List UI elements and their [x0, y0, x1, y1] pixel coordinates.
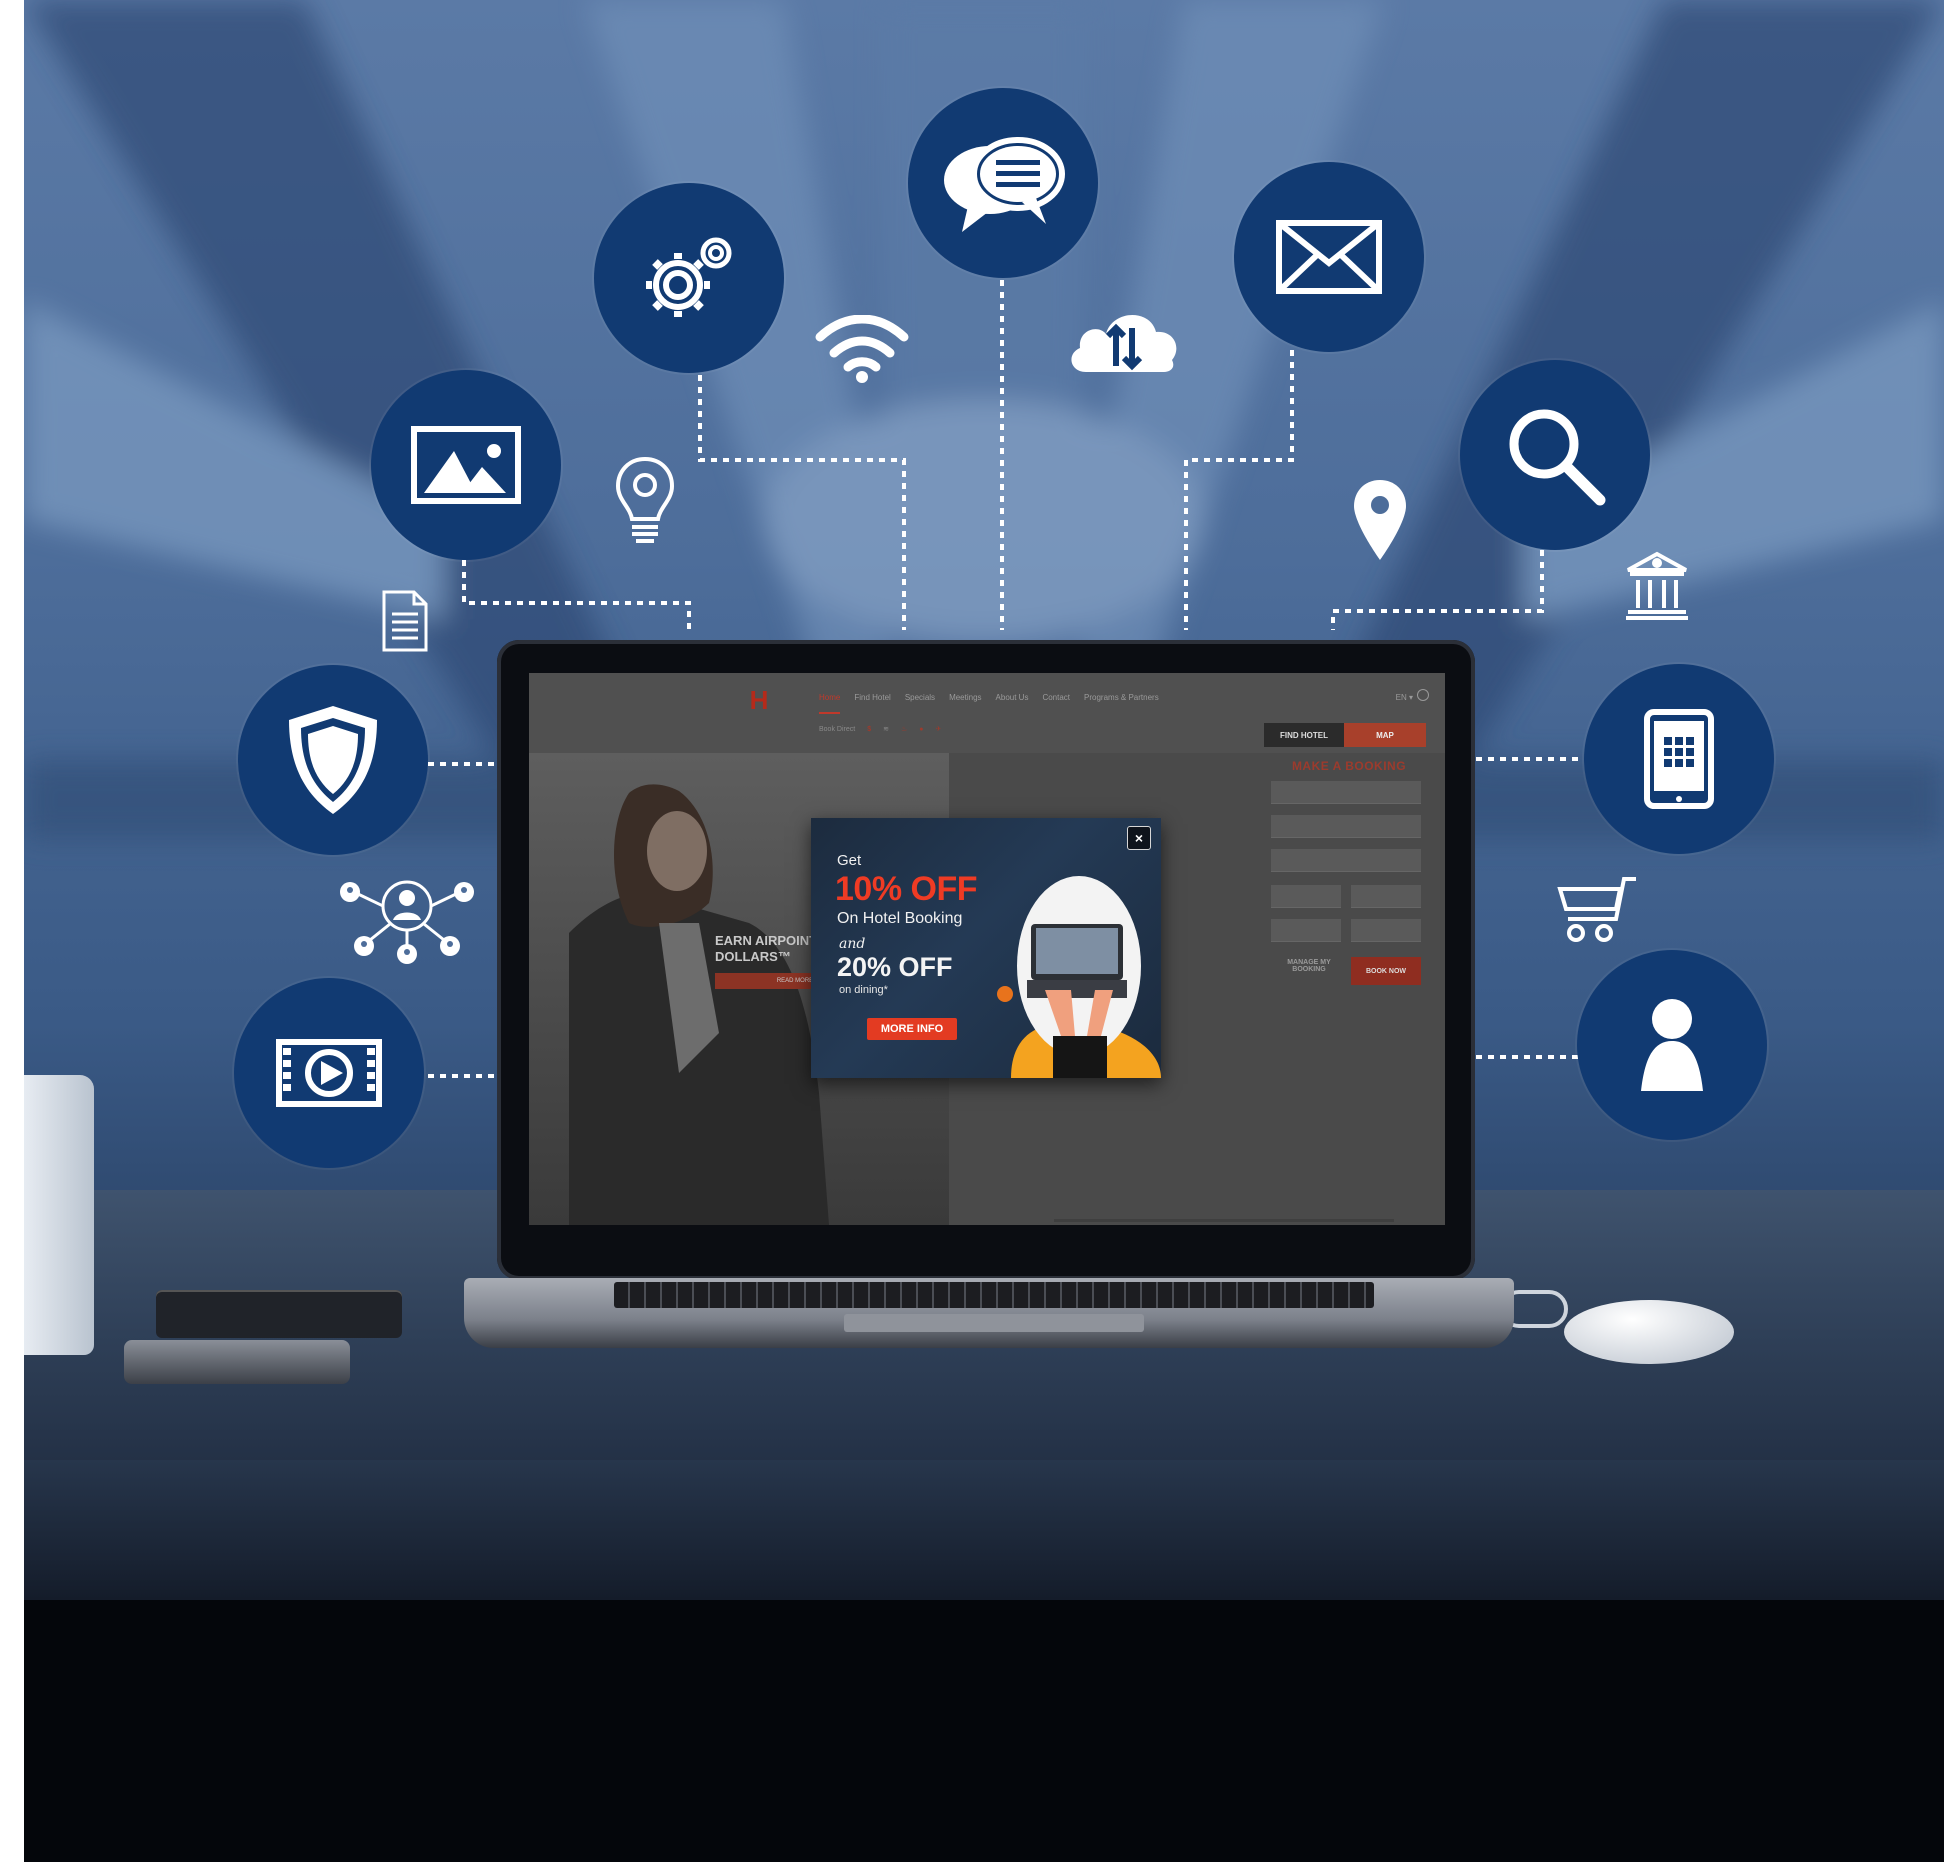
booking-promo-field[interactable]	[1351, 919, 1421, 942]
nav-meetings[interactable]: Meetings	[949, 693, 981, 714]
user-icon	[1577, 950, 1767, 1140]
lightbulb-icon	[615, 456, 675, 543]
book-now-button[interactable]: BOOK NOW	[1351, 957, 1421, 985]
popup-and-text: and	[839, 936, 866, 952]
video-icon	[234, 978, 424, 1168]
document-icon	[382, 590, 428, 652]
site-search-icon[interactable]	[1417, 689, 1429, 701]
location-pin-icon	[1354, 480, 1406, 560]
wifi-icon	[815, 315, 909, 383]
manage-booking-button[interactable]: MANAGE MY BOOKING	[1274, 959, 1344, 989]
airline-perk-icon: ✈	[935, 726, 942, 733]
book-direct-bar: Book Direct $ ≋ ♨ ● ✈	[819, 725, 942, 734]
shield-icon	[238, 665, 428, 855]
book-direct-label: Book Direct	[819, 725, 856, 733]
cart-icon	[1557, 877, 1636, 942]
dining-perk-icon: ♨	[900, 726, 908, 733]
booking-checkin-field[interactable]	[1271, 885, 1341, 908]
tablet-icon	[1584, 664, 1774, 854]
nav-home[interactable]: Home	[819, 693, 841, 714]
main-nav: Home Find Hotel Specials Meetings About …	[819, 693, 1159, 714]
popup-offer-hotel: 10% OFF	[835, 870, 977, 908]
popup-close-button[interactable]: ×	[1127, 826, 1151, 850]
network-icon	[340, 880, 474, 964]
booking-country-field[interactable]	[1271, 781, 1421, 804]
booking-rooms-field[interactable]	[1271, 919, 1341, 942]
popup-offer-dining: 20% OFF	[837, 952, 953, 982]
search-icon	[1460, 360, 1650, 550]
hotel-logo[interactable]: H	[729, 687, 789, 739]
promo-popup: × Get 10% OFF On Hotel Booking and 20% O…	[811, 818, 1161, 1078]
wifi-perk-icon: ≋	[883, 726, 889, 733]
nav-specials[interactable]: Specials	[905, 693, 935, 714]
popup-offer-hotel-label: On Hotel Booking	[837, 910, 963, 927]
perk-icon: $	[867, 725, 872, 733]
nav-about-us[interactable]: About Us	[996, 693, 1029, 714]
laptop-screen: H Home Find Hotel Specials Meetings Abou…	[529, 673, 1445, 1225]
laptop-keyboard	[614, 1282, 1374, 1308]
hero-person-photo	[569, 784, 829, 1225]
logo-mark: H	[749, 685, 769, 715]
language-selector[interactable]: EN ▾	[1396, 693, 1413, 702]
mail-icon	[1234, 162, 1424, 352]
chat-icon	[908, 88, 1098, 278]
nav-contact[interactable]: Contact	[1042, 693, 1070, 714]
nav-find-hotel[interactable]: Find Hotel	[854, 693, 890, 714]
laptop-hinge	[844, 1314, 1144, 1332]
gears-icon	[594, 183, 784, 373]
popup-laptop-illustration	[997, 876, 1161, 1078]
image-icon	[371, 370, 561, 560]
site-header: H Home Find Hotel Specials Meetings Abou…	[529, 673, 1445, 753]
cloud-sync-icon	[1071, 314, 1177, 372]
booking-checkout-field[interactable]	[1351, 885, 1421, 908]
background-scene: H Home Find Hotel Specials Meetings Abou…	[24, 0, 1944, 1862]
nav-programs-partners[interactable]: Programs & Partners	[1084, 693, 1159, 714]
popup-more-info-button[interactable]: MORE INFO	[867, 1018, 957, 1040]
bank-icon	[1626, 551, 1688, 620]
booking-city-field[interactable]	[1271, 815, 1421, 838]
rewards-perk-icon: ●	[919, 725, 924, 733]
booking-title: MAKE A BOOKING	[1291, 759, 1407, 773]
find-hotel-button[interactable]: FIND HOTEL	[1264, 723, 1344, 747]
map-button[interactable]: MAP	[1344, 723, 1426, 747]
popup-get-text: Get	[837, 852, 862, 869]
booking-hotel-field[interactable]	[1271, 849, 1421, 872]
carousel-indicator[interactable]	[1054, 1219, 1394, 1222]
popup-offer-dining-label: on dining*	[839, 984, 888, 996]
